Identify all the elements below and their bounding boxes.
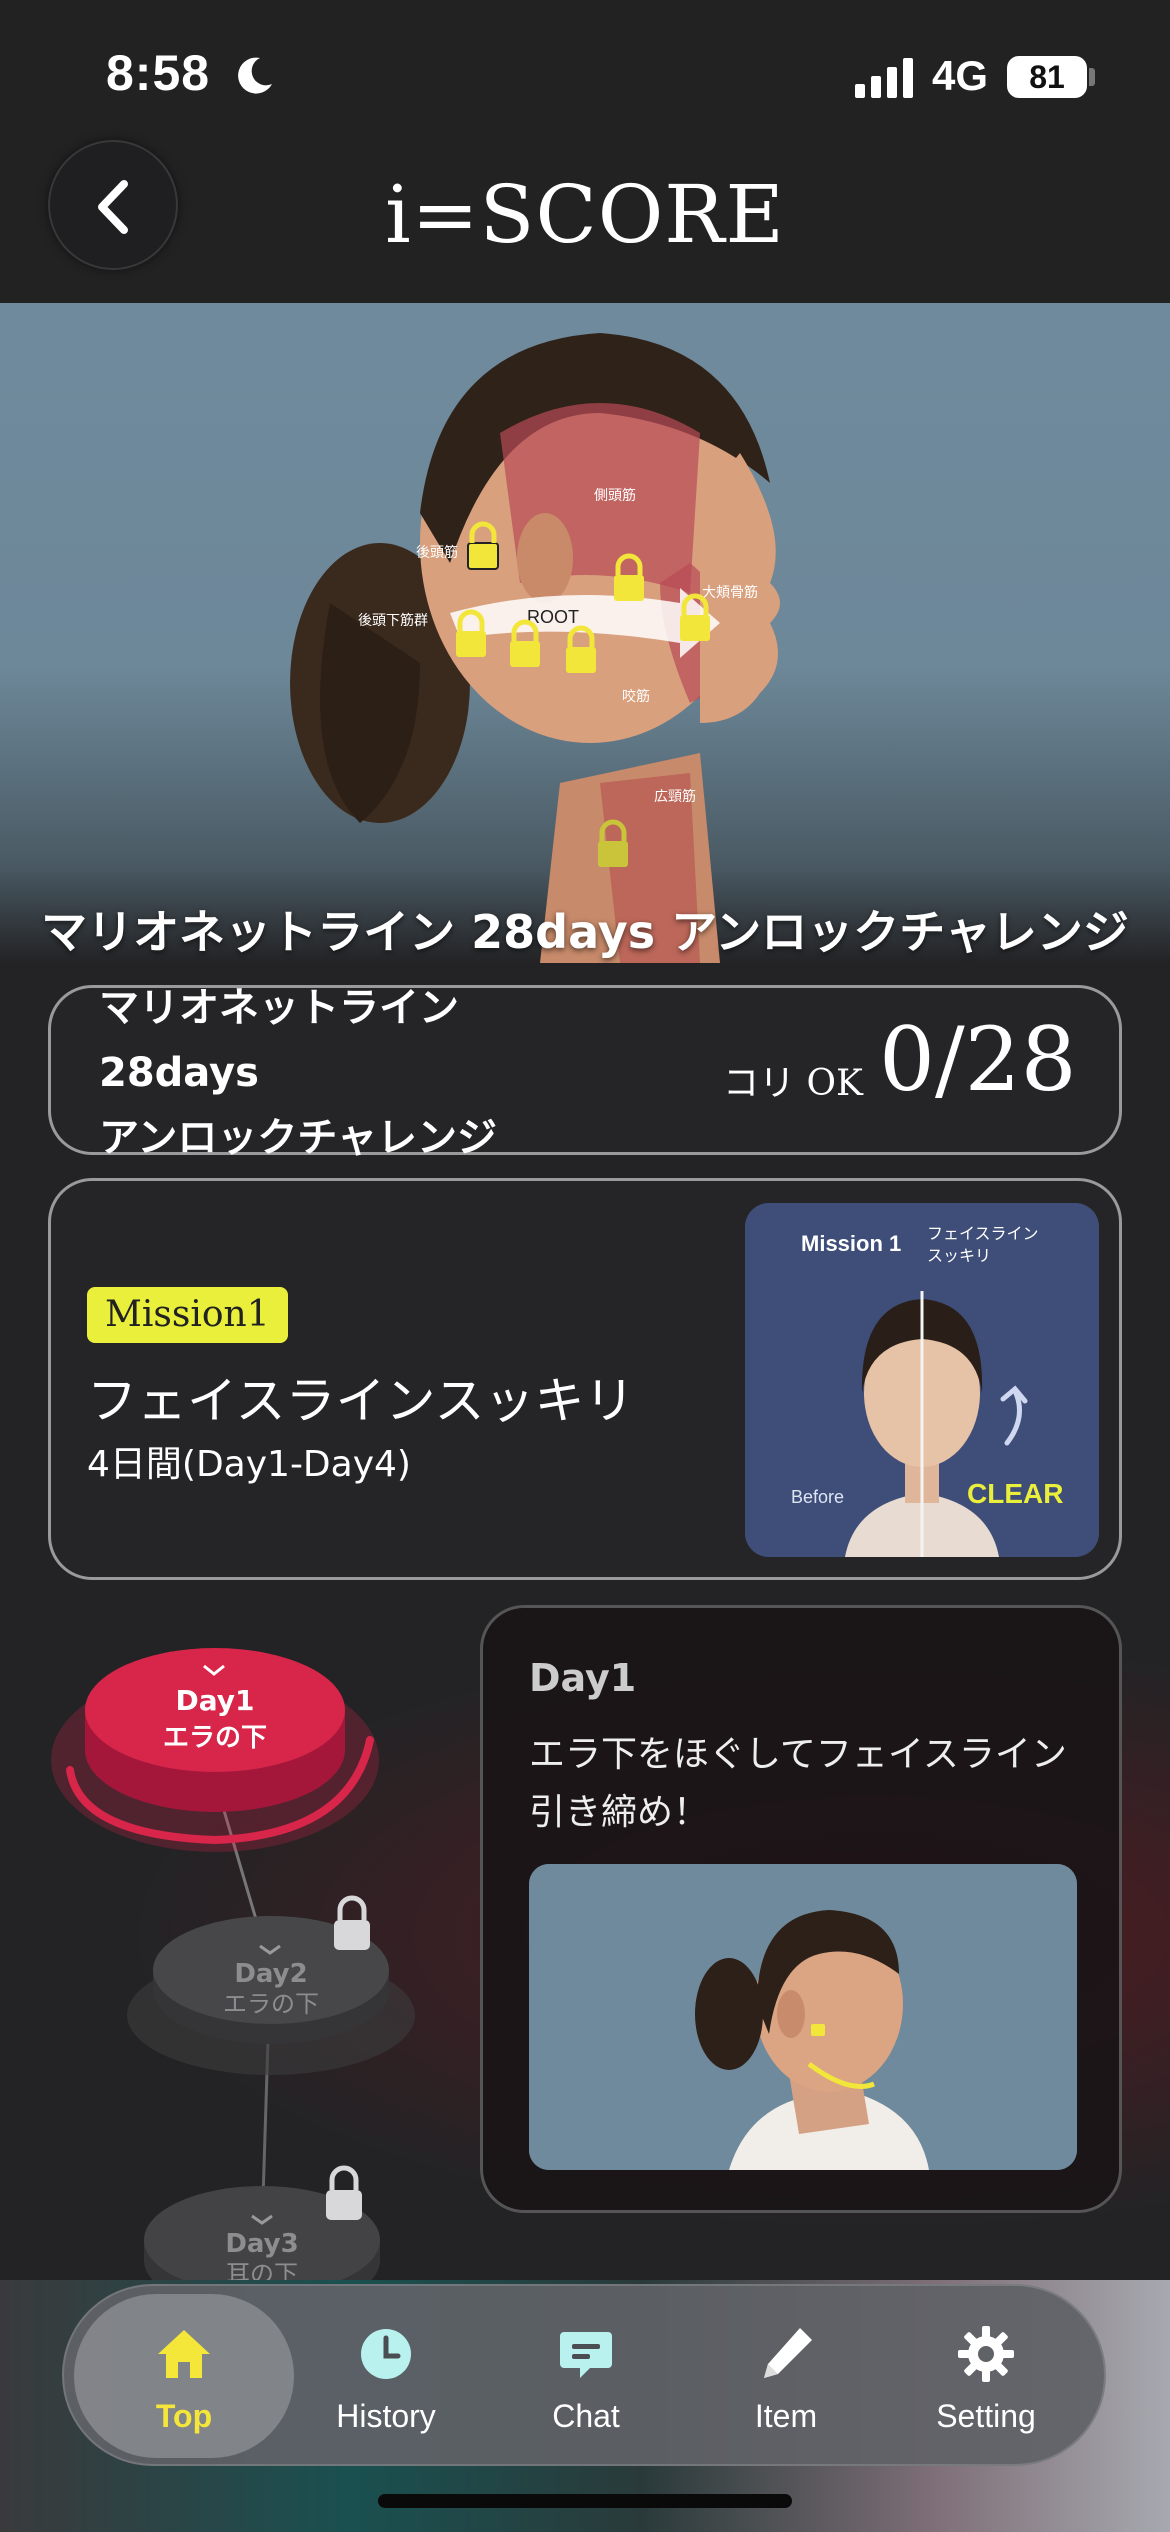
chat-icon — [560, 2332, 612, 2378]
mission-duration: 4日間(Day1-Day4) — [87, 1444, 411, 1485]
tab-history[interactable]: History — [286, 2286, 486, 2468]
day-card-title: Day1 — [529, 1656, 637, 1700]
tab-label: Setting — [936, 2398, 1036, 2434]
muscle-label: 後頭筋 — [416, 544, 458, 561]
day-node-3[interactable]: Day3 耳の下 — [144, 2165, 380, 2290]
progress-name-line: アンロックチャレンジ — [99, 1114, 497, 1159]
status-time: 8:58 — [106, 45, 211, 101]
mission-badge: Mission1 — [87, 1287, 288, 1343]
pen-icon — [764, 2328, 812, 2378]
hero-muscle-map: ROOT 側頭筋 後頭筋 後頭下筋群 大頬骨筋 咬筋 広頸筋 — [0, 303, 1170, 963]
tab-label: Chat — [552, 2398, 620, 2434]
tab-top[interactable]: Top — [74, 2294, 294, 2458]
before-label: Before — [791, 1487, 844, 1507]
day-node-label: Day3 — [225, 2229, 298, 2259]
day-card-image — [529, 1864, 1077, 2170]
progress-name-line: マリオネットライン — [99, 988, 459, 1031]
battery-indicator: 81 — [1007, 56, 1087, 98]
head-illustration: ROOT 側頭筋 後頭筋 後頭下筋群 大頬骨筋 咬筋 広頸筋 — [290, 333, 780, 963]
home-icon — [158, 2330, 210, 2378]
tab-setting[interactable]: Setting — [886, 2286, 1086, 2468]
moon-icon — [238, 57, 272, 94]
mission-image: Mission 1 フェイスライン スッキリ Before CLEAR — [745, 1203, 1099, 1557]
tab-label: Top — [155, 2398, 213, 2434]
progress-card[interactable]: マリオネットライン 28days アンロックチャレンジ コリ OK 0/28 — [48, 985, 1122, 1158]
progress-count: 0/28 — [879, 1008, 1077, 1111]
mission-image-heading: Mission 1 — [801, 1231, 901, 1256]
battery-tip — [1089, 68, 1095, 86]
muscle-label: 広頸筋 — [654, 788, 696, 805]
day-card-description: エラ下をほぐしてフェイスライン引き締め！ — [529, 1734, 1067, 1833]
muscle-label: 側頭筋 — [594, 487, 636, 504]
lock-icon — [326, 2165, 362, 2220]
tab-item[interactable]: Item — [686, 2286, 886, 2468]
day-detail-card[interactable]: Day1 エラ下をほぐしてフェイスライン引き締め！ — [480, 1605, 1122, 2213]
day-path: Day1 エラの下 Day2 エラの下 Day3 耳の下 — [51, 1648, 415, 2290]
clear-label: CLEAR — [967, 1478, 1063, 1509]
progress-label: コリ OK — [723, 1063, 863, 1104]
app-title: i=SCORE — [385, 168, 785, 261]
mission-image-subheading: スッキリ — [927, 1246, 991, 1265]
day-node-area: エラの下 — [223, 1990, 319, 2018]
muscle-label: 大頬骨筋 — [702, 584, 758, 601]
day-node-2[interactable]: Day2 エラの下 — [127, 1895, 415, 2075]
tab-chat[interactable]: Chat — [486, 2286, 686, 2468]
home-indicator — [378, 2494, 792, 2508]
challenge-title: マリオネットライン 28days アンロックチャレンジ — [41, 905, 1129, 959]
progress-name: マリオネットライン 28days アンロックチャレンジ — [99, 988, 619, 1158]
mission-title: フェイスラインスッキリ — [87, 1372, 635, 1430]
status-bar: 8:58 4G 81 — [0, 0, 1170, 150]
mission-card[interactable]: Mission1 フェイスラインスッキリ 4日間(Day1-Day4) Miss… — [48, 1178, 1122, 1580]
mission-image-subheading: フェイスライン — [927, 1224, 1039, 1243]
gear-icon — [958, 2326, 1014, 2382]
network-label: 4G — [932, 52, 989, 99]
tab-label: Item — [754, 2398, 818, 2434]
clock-icon — [361, 2329, 411, 2379]
day-node-label: Day1 — [175, 1684, 254, 1717]
lock-icon — [334, 1895, 370, 1950]
tab-label: History — [336, 2398, 436, 2434]
day-node-label: Day2 — [234, 1959, 307, 1989]
tab-bar: Top History Chat Item Setting — [62, 2284, 1106, 2466]
day-node-1[interactable]: Day1 エラの下 — [51, 1648, 379, 1852]
signal-icon — [855, 58, 913, 98]
muscle-label: 咬筋 — [622, 688, 650, 705]
muscle-label: 後頭下筋群 — [358, 612, 428, 629]
day-node-area: エラの下 — [163, 1723, 267, 1753]
progress-name-line: 28days — [99, 1049, 259, 1096]
